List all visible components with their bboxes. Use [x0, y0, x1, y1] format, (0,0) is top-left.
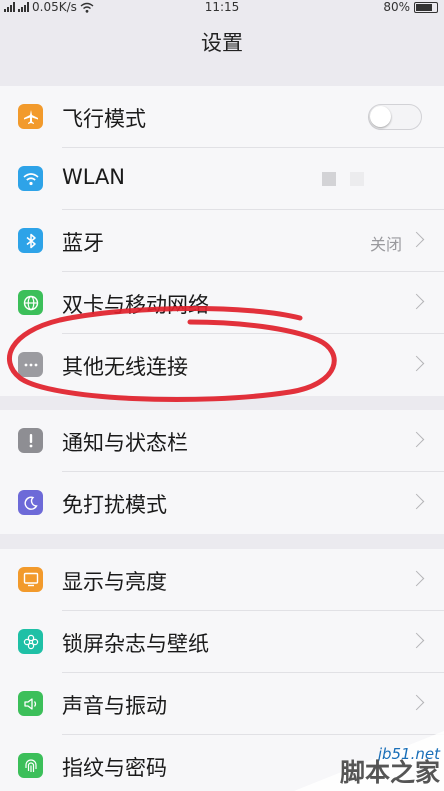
- exclamation-icon: [18, 428, 43, 453]
- settings-item-other-wireless[interactable]: 其他无线连接: [0, 334, 444, 396]
- airplane-icon: [18, 104, 43, 129]
- settings-group-wireless: 飞行模式 WLAN 蓝牙 关闭 双卡与移动网络 其他无线连接: [0, 86, 444, 396]
- display-icon: [18, 567, 43, 592]
- chevron-right-icon: [408, 231, 425, 248]
- settings-item-label: 显示与亮度: [62, 570, 167, 594]
- status-time: 11:15: [204, 0, 240, 14]
- settings-item-display-brightness[interactable]: 显示与亮度: [0, 549, 444, 611]
- status-right: 80%: [383, 0, 438, 14]
- globe-icon: [18, 290, 43, 315]
- chevron-right-icon: [408, 632, 425, 649]
- settings-item-notifications-status-bar[interactable]: 通知与状态栏: [0, 410, 444, 472]
- chevron-right-icon: [408, 694, 425, 711]
- settings-item-label: 免打扰模式: [62, 493, 167, 517]
- watermark-text: 脚本之家: [339, 758, 440, 787]
- more-dots-icon: [18, 352, 43, 377]
- settings-item-label: 其他无线连接: [62, 355, 188, 379]
- settings-item-label: 飞行模式: [62, 107, 146, 131]
- status-bar: 0.05K/s 11:15 80%: [0, 0, 444, 14]
- airplane-mode-toggle[interactable]: [368, 104, 422, 130]
- settings-item-wlan[interactable]: WLAN: [0, 148, 444, 210]
- battery-icon: [414, 1, 438, 13]
- chevron-right-icon: [408, 493, 425, 510]
- toggle-knob: [370, 106, 391, 127]
- settings-item-airplane-mode[interactable]: 飞行模式: [0, 86, 444, 148]
- chevron-right-icon: [408, 355, 425, 372]
- settings-item-label: 通知与状态栏: [62, 431, 188, 455]
- settings-item-label: 声音与振动: [62, 694, 167, 718]
- battery-fill: [416, 3, 432, 11]
- battery-percent: 80%: [383, 0, 410, 14]
- settings-item-label: 锁屏杂志与壁纸: [62, 632, 209, 656]
- wlan-loading-indicator: [322, 172, 364, 186]
- settings-item-label: 指纹与密码: [62, 756, 167, 780]
- settings-item-label: 双卡与移动网络: [62, 293, 209, 317]
- settings-item-label: 蓝牙: [62, 231, 104, 255]
- settings-item-do-not-disturb[interactable]: 免打扰模式: [0, 472, 444, 534]
- chevron-right-icon: [408, 570, 425, 587]
- bluetooth-icon: [18, 228, 43, 253]
- wifi-icon: [18, 166, 43, 191]
- settings-group-notifications: 通知与状态栏 免打扰模式: [0, 410, 444, 534]
- chevron-right-icon: [408, 431, 425, 448]
- settings-item-dual-sim-mobile-network[interactable]: 双卡与移动网络: [0, 272, 444, 334]
- settings-item-sound-vibration[interactable]: 声音与振动: [0, 673, 444, 735]
- moon-icon: [18, 490, 43, 515]
- settings-item-label: WLAN: [62, 165, 126, 189]
- bluetooth-status-value: 关闭: [369, 235, 402, 254]
- fingerprint-icon: [18, 753, 43, 778]
- speaker-icon: [18, 691, 43, 716]
- settings-item-lockscreen-wallpaper[interactable]: 锁屏杂志与壁纸: [0, 611, 444, 673]
- settings-item-bluetooth[interactable]: 蓝牙 关闭: [0, 210, 444, 272]
- flower-icon: [18, 629, 43, 654]
- watermark: jb51.net 脚本之家: [294, 731, 444, 791]
- chevron-right-icon: [408, 293, 425, 310]
- page-title: 设置: [201, 31, 243, 55]
